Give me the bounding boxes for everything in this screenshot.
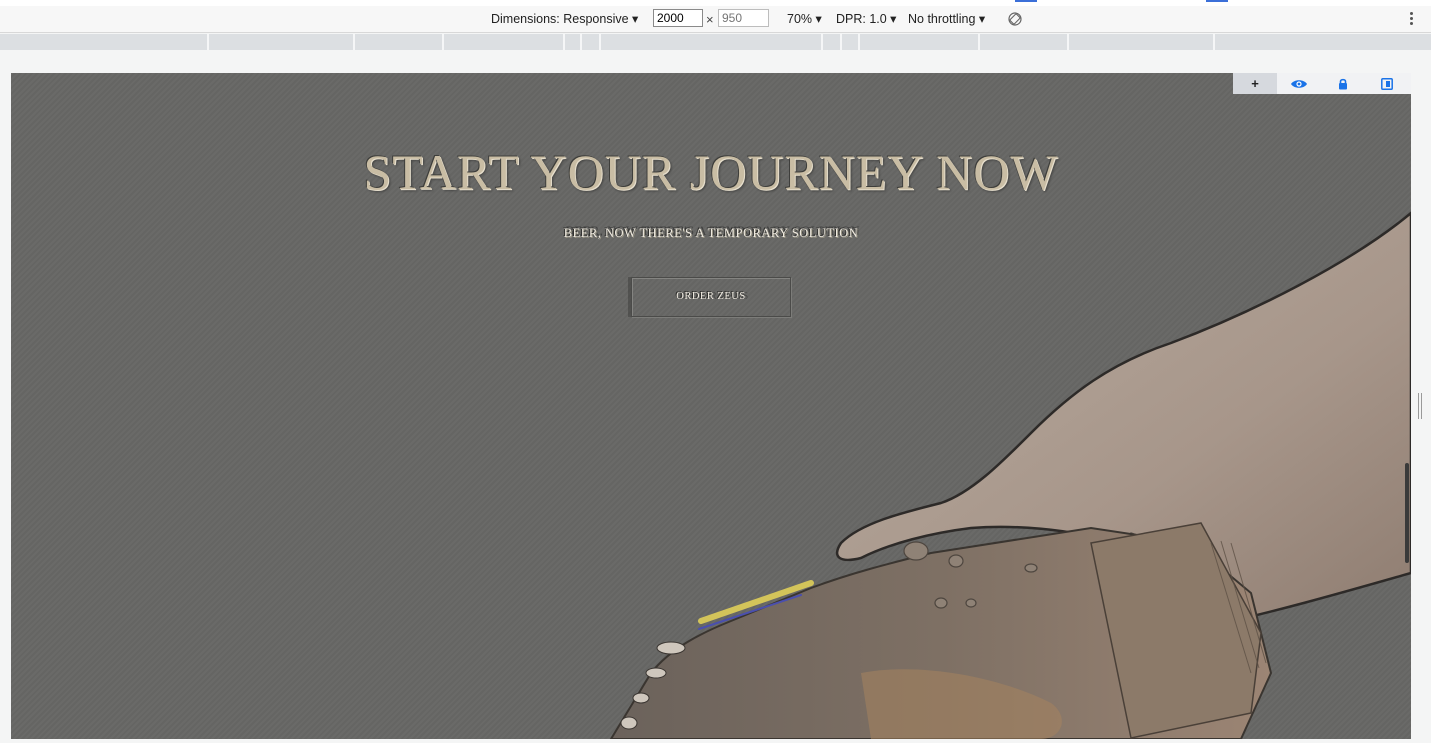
order-button[interactable]: ORDER ZEUS [631,277,791,317]
viewport-resize-handle[interactable] [1417,393,1423,419]
overlay-toolbar: + [1233,73,1411,94]
toggle-icon[interactable] [1365,73,1409,94]
tab-indicator [1015,0,1037,2]
dpr-dropdown[interactable]: DPR: 1.0 ▾ [836,6,896,32]
scrollbar-thumb[interactable] [1405,463,1409,563]
zoom-dropdown[interactable]: 70% ▾ [787,6,822,32]
media-query-bar[interactable] [0,34,1431,50]
hero-subtitle: BEER, NOW THERE'S A TEMPORARY SOLUTION [563,226,859,240]
dimensions-dropdown[interactable]: Dimensions: Responsive ▾ [491,6,638,32]
tab-indicator [1206,0,1228,2]
plus-icon[interactable]: + [1233,73,1277,94]
kebab-menu-icon[interactable] [1406,11,1416,27]
device-toolbar: Dimensions: Responsive ▾ × 70% ▾ DPR: 1.… [0,6,1431,33]
rotate-icon[interactable] [1008,12,1022,26]
lock-icon[interactable] [1321,73,1365,94]
times-symbol: × [706,12,714,27]
width-input[interactable] [653,9,703,27]
throttling-dropdown[interactable]: No throttling ▾ [908,6,985,32]
device-viewport: START YOUR JOURNEY NOW BEER, NOW THERE'S… [11,73,1411,739]
plus-label: + [1251,76,1259,91]
height-input[interactable] [718,9,769,27]
hero-title: START YOUR JOURNEY NOW [363,144,1059,200]
eye-icon[interactable] [1277,73,1321,94]
